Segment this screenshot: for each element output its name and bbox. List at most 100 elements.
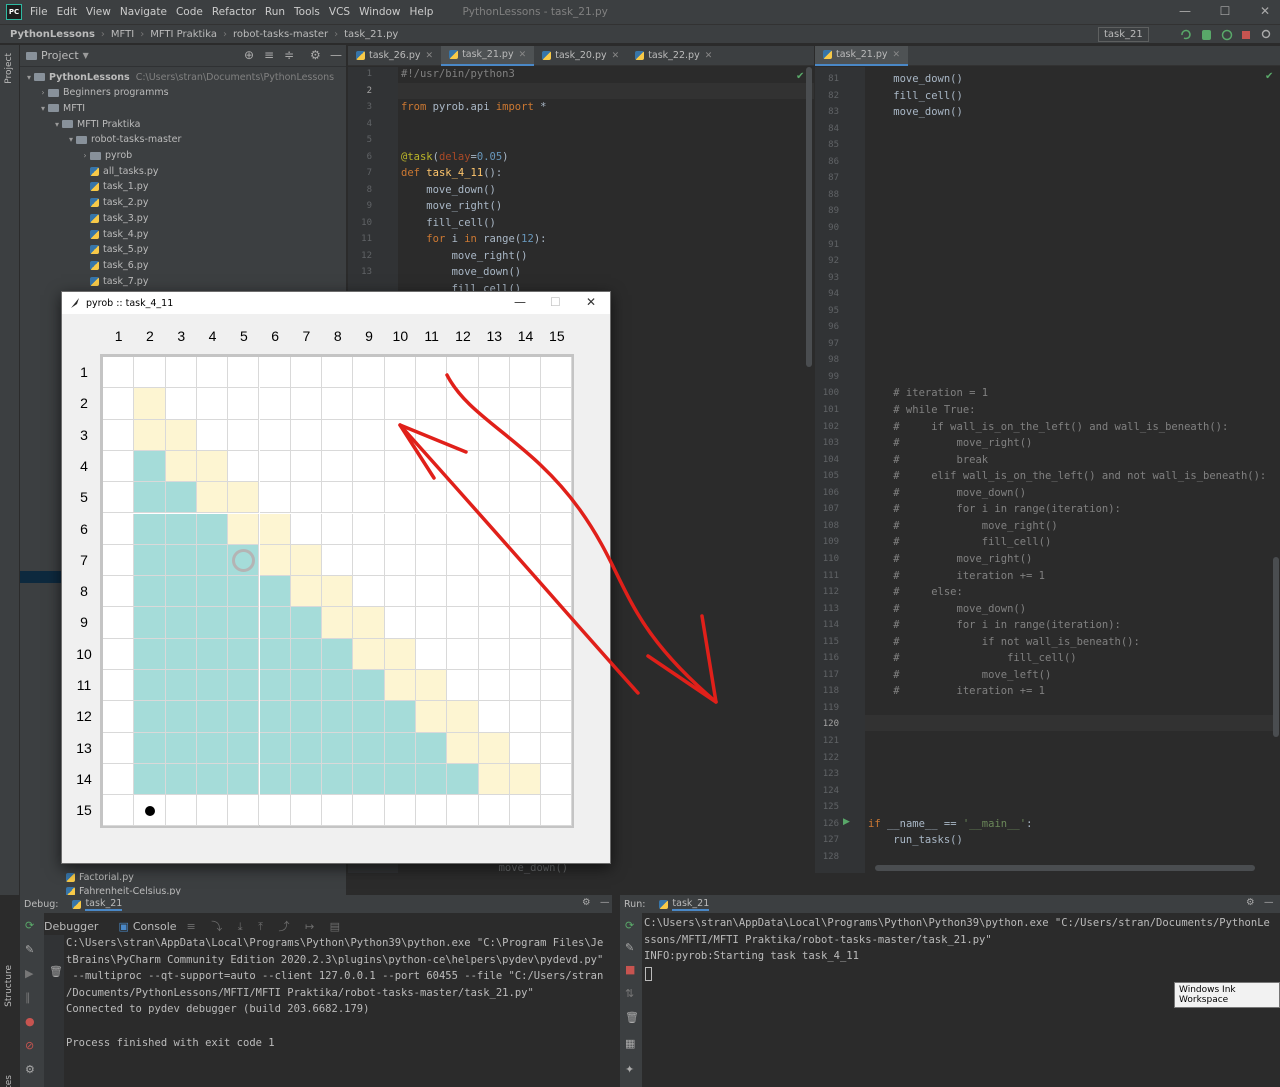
breadcrumb-item[interactable]: task_21.py [344,29,398,40]
collapse-all-icon[interactable]: ≑ [284,48,294,62]
pyrob-titlebar[interactable]: pyrob :: task_4_11 — ☐ ✕ [62,292,610,314]
tree-item[interactable]: task_2.py [90,195,148,211]
pause-icon[interactable]: ∥ [25,991,31,1004]
close-icon[interactable]: ✕ [705,51,713,61]
run-hide-icon[interactable]: — [1264,897,1274,908]
tree-item[interactable]: ▾ MFTI Praktika [52,116,140,132]
tree-item[interactable]: task_5.py [90,242,148,258]
code-line: # move_right() [868,519,1058,532]
expanded-arrow-icon[interactable]: ▾ [24,73,34,82]
menu-item-vcs[interactable]: VCS [329,6,350,18]
maximize-button[interactable]: ☐ [1210,4,1240,18]
minimize-button[interactable]: — [1170,4,1200,18]
pyrob-minimize-button[interactable]: — [514,295,526,309]
breadcrumb-item[interactable]: MFTI [111,29,134,40]
breadcrumb-item[interactable]: MFTI Praktika [150,29,217,40]
close-icon[interactable]: ✕ [893,50,901,60]
resume-icon[interactable]: ▶ [25,967,33,980]
editor-tab[interactable]: task_20.py ✕ [534,46,627,66]
tree-item[interactable]: task_6.py [90,257,148,273]
debug-rerun-icon[interactable]: ⟳ [25,919,34,932]
expanded-arrow-icon[interactable]: ▾ [52,120,62,129]
menu-item-tools[interactable]: Tools [294,6,320,18]
debug-console-output[interactable]: C:\Users\stran\AppData\Local\Programs\Py… [66,937,612,1087]
chevron-down-icon[interactable]: ▼ [83,51,89,60]
python-file-icon-run [659,899,669,909]
tree-item[interactable]: › Beginners programms [38,85,168,101]
menu-item-navigate[interactable]: Navigate [120,6,167,18]
favorites-tool-tab[interactable]: Favorites [4,1075,14,1087]
breadcrumb-item[interactable]: PythonLessons [10,29,95,40]
editor-tab[interactable]: task_26.py ✕ [348,46,441,66]
main-editor-scrollbar[interactable] [806,67,812,367]
right-editor[interactable]: 81 move_down() 82 fill_cell() 83 move_down… [815,67,1280,873]
breakpoints-icon[interactable]: ● [25,1015,35,1028]
menu-item-view[interactable]: View [86,6,111,18]
run-trash-icon[interactable]: 🗑 [625,1011,639,1024]
structure-tool-tab[interactable]: Structure [4,965,14,1007]
project-panel-title[interactable]: Project [41,49,79,62]
tree-item[interactable]: task_7.py [90,273,148,289]
tree-item[interactable]: ▾ MFTI [38,100,85,116]
run-config-label[interactable]: task_21 [1098,27,1149,42]
run-rerun-icon[interactable]: ⟳ [625,919,634,932]
tree-item[interactable]: ▾ PythonLessons C:\Users\stran\Documents\P… [24,69,334,85]
editor-tab[interactable]: task_22.py ✕ [627,46,720,66]
close-icon[interactable]: ✕ [519,50,527,60]
toolbar-run-icons[interactable] [1180,29,1275,41]
expanded-arrow-icon[interactable]: ▾ [66,135,76,144]
close-icon[interactable]: ✕ [612,51,620,61]
tree-item[interactable]: ▾ robot-tasks-master [66,132,181,148]
tree-item[interactable]: task_1.py [90,179,148,195]
trash-icon[interactable]: 🗑 [49,965,63,978]
layout-icon[interactable]: ▦ [625,1037,635,1050]
run-tab[interactable]: task_21 [672,898,710,911]
locate-icon[interactable]: ⊕ [244,48,254,62]
menu-item-code[interactable]: Code [176,6,203,18]
menu-item-help[interactable]: Help [410,6,434,18]
breadcrumb-item[interactable]: robot-tasks-master [233,29,328,40]
debugger-tab[interactable]: Debugger [44,920,98,933]
debug-gear-icon[interactable]: ⚙ [25,1063,35,1076]
tree-item[interactable]: › pyrob [80,148,132,164]
editor-tab[interactable]: task_21.py ✕ [815,45,909,66]
horizontal-scrollbar[interactable] [875,865,1255,871]
debug-hide-icon[interactable]: — [600,897,610,908]
run-config-selector[interactable]: task_21 [1098,27,1149,42]
collapsed-arrow-icon[interactable]: › [80,151,90,160]
pin-icon[interactable]: ✦ [625,1063,634,1076]
tree-item[interactable]: all_tasks.py [90,163,158,179]
debug-settings-icon[interactable]: ⚙ [582,897,591,908]
run-wrench-icon[interactable]: ✎ [625,941,634,954]
right-editor-scrollbar[interactable] [1273,557,1279,737]
run-settings-icon[interactable]: ⚙ [1246,897,1255,908]
menu-item-run[interactable]: Run [265,6,285,18]
close-window-button[interactable]: ✕ [1250,4,1280,18]
debug-run-tab[interactable]: task_21 [85,898,123,911]
tree-item[interactable]: task_4.py [90,226,148,242]
tree-item[interactable]: task_3.py [90,210,148,226]
close-icon[interactable]: ✕ [426,51,434,61]
expand-all-icon[interactable]: ≡ [264,48,274,62]
hide-panel-icon[interactable]: — [330,48,342,62]
debug-toolbar-icons[interactable]: ≡ ⤵ ⤓ ⤒ ⤴ ↦ ▤ [187,918,347,934]
project-tool-tab[interactable]: Project [4,53,14,84]
pyrob-close-button[interactable]: ✕ [586,295,596,309]
menu-item-edit[interactable]: Edit [57,6,77,18]
menu-item-window[interactable]: Window [359,6,400,18]
mute-breakpoints-icon[interactable]: ⊘ [25,1039,34,1052]
field-cell-empty [103,638,135,670]
pyrob-maximize-button[interactable]: ☐ [550,295,561,309]
menu-item-refactor[interactable]: Refactor [212,6,256,18]
console-tab[interactable]: Console [133,920,177,933]
gear-icon[interactable]: ⚙ [310,48,321,62]
run-sort-icon[interactable]: ⇅ [625,987,634,1000]
wrench-icon[interactable]: ✎ [25,943,34,956]
editor-tab[interactable]: task_21.py ✕ [441,45,535,66]
expanded-arrow-icon[interactable]: ▾ [38,104,48,113]
menu-item-file[interactable]: File [30,6,48,18]
run-panel-header: Run: task_21 ⚙ — [620,895,1280,913]
run-gutter-icon[interactable]: ▶ [843,817,850,827]
run-stop-icon[interactable]: ■ [625,963,635,976]
collapsed-arrow-icon[interactable]: › [38,88,48,97]
